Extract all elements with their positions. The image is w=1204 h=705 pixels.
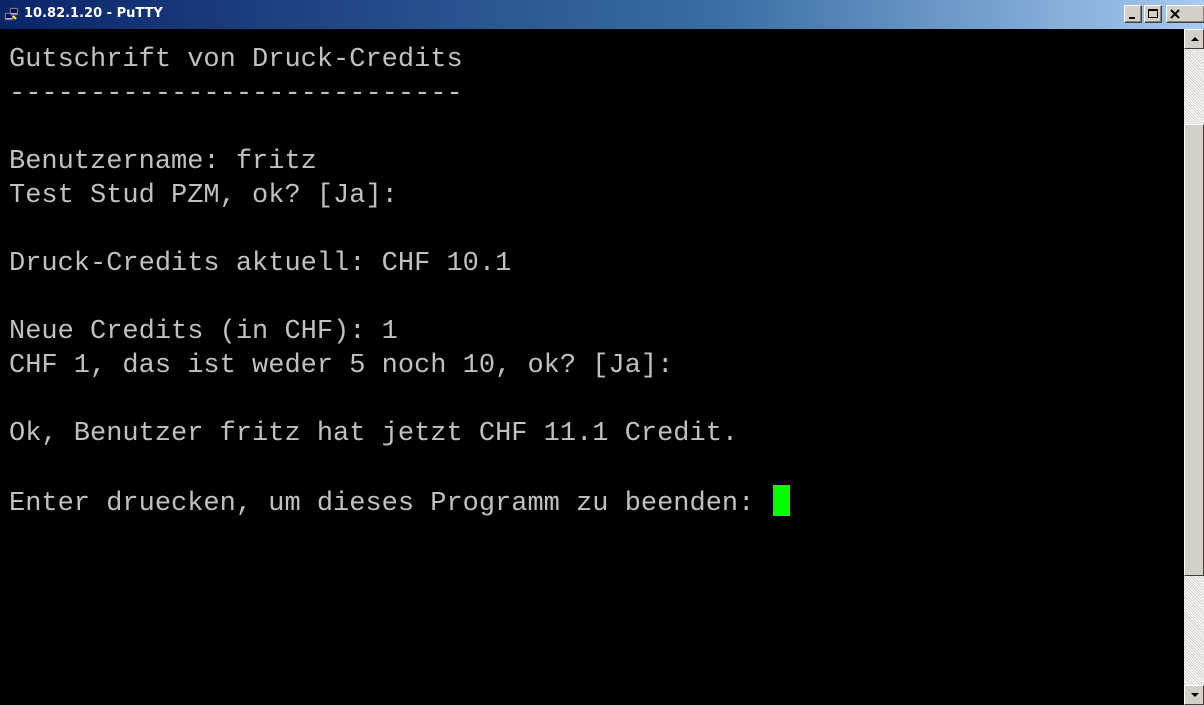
scroll-up-button[interactable] xyxy=(1184,29,1204,49)
terminal-line-underline: ---------------------------- xyxy=(9,79,463,109)
arrow-down-icon xyxy=(1191,693,1199,697)
scrollbar-thumb[interactable] xyxy=(1184,124,1204,576)
vertical-scrollbar[interactable] xyxy=(1184,29,1204,705)
scroll-down-button[interactable] xyxy=(1184,685,1204,705)
window-title: 10.82.1.20 - PuTTY xyxy=(24,6,163,21)
text-cursor xyxy=(772,485,790,516)
terminal-line-new-credits: Neue Credits (in CHF): 1 xyxy=(9,317,398,347)
terminal-line-heading: Gutschrift von Druck-Credits xyxy=(9,45,463,75)
maximize-button[interactable] xyxy=(1144,5,1162,23)
putty-window: 10.82.1.20 - PuTTY Gutschrift von Druck-… xyxy=(0,0,1204,705)
close-icon xyxy=(1170,9,1180,19)
prompt-text: Enter druecken, um dieses Programm zu be… xyxy=(9,489,771,519)
title-bar[interactable]: 10.82.1.20 - PuTTY xyxy=(0,0,1204,29)
terminal-line-username: Benutzername: fritz xyxy=(9,147,317,177)
terminal-area[interactable]: Gutschrift von Druck-Credits -----------… xyxy=(0,29,1184,705)
maximize-icon xyxy=(1148,9,1158,18)
arrow-up-icon xyxy=(1191,37,1199,41)
minimize-button[interactable] xyxy=(1124,5,1142,23)
terminal-line-confirm-amount: CHF 1, das ist weder 5 noch 10, ok? [Ja]… xyxy=(9,351,674,381)
close-button[interactable] xyxy=(1166,5,1204,23)
terminal-line-result: Ok, Benutzer fritz hat jetzt CHF 11.1 Cr… xyxy=(9,419,739,449)
terminal-line-current-credits: Druck-Credits aktuell: CHF 10.1 xyxy=(9,249,512,279)
putty-icon[interactable] xyxy=(4,6,20,22)
terminal-line-confirm-user: Test Stud PZM, ok? [Ja]: xyxy=(9,181,398,211)
minimize-icon xyxy=(1129,17,1135,19)
terminal-line-prompt: Enter druecken, um dieses Programm zu be… xyxy=(9,485,790,521)
